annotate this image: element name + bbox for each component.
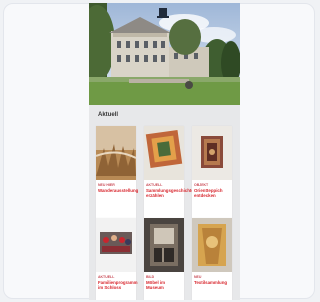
news-card[interactable]: AKTUELL Familienprogramm im Schloss [96,218,138,300]
news-card-tag: AKTUELL [146,183,163,187]
news-card-image [144,218,184,272]
news-card[interactable]: NEU Textilsammlung [192,218,232,300]
hero-image [89,3,240,105]
news-card-image [192,218,232,272]
news-card-image [96,218,136,272]
news-card[interactable]: NEU HIER Wanderausstellung [96,126,139,218]
news-card-title: Wanderausstellung [98,188,139,193]
news-card-image [144,126,184,180]
news-card-tag: BILD [146,275,155,279]
news-card[interactable]: BILD Möbel im Museum [144,218,184,300]
news-card-title: Familienprogramm im Schloss [98,280,138,290]
news-card[interactable]: AKTUELL Sammlungsgeschichte erzählen [144,126,194,218]
news-card-image [192,126,232,180]
news-card-image [96,126,136,180]
news-card-tag: AKTUELL [98,275,115,279]
news-card-title: Textilsammlung [194,280,228,285]
news-card-title: Orientteppich entdecken [194,188,223,198]
news-card-title: Möbel im Museum [146,280,166,290]
news-card-tag: NEU HIER [98,183,115,187]
mobile-preview: Aktuell NEU HIER Wanderausstellung AKTUE… [89,3,240,300]
news-card-title: Sammlungsgeschichte erzählen [146,188,194,198]
news-section: Aktuell NEU HIER Wanderausstellung AKTUE… [89,105,240,300]
news-card[interactable]: OBJEKT Orientteppich entdecken [192,126,232,218]
news-card-tag: OBJEKT [194,183,209,187]
news-card-tag: NEU [194,275,202,279]
section-title: Aktuell [98,112,119,118]
